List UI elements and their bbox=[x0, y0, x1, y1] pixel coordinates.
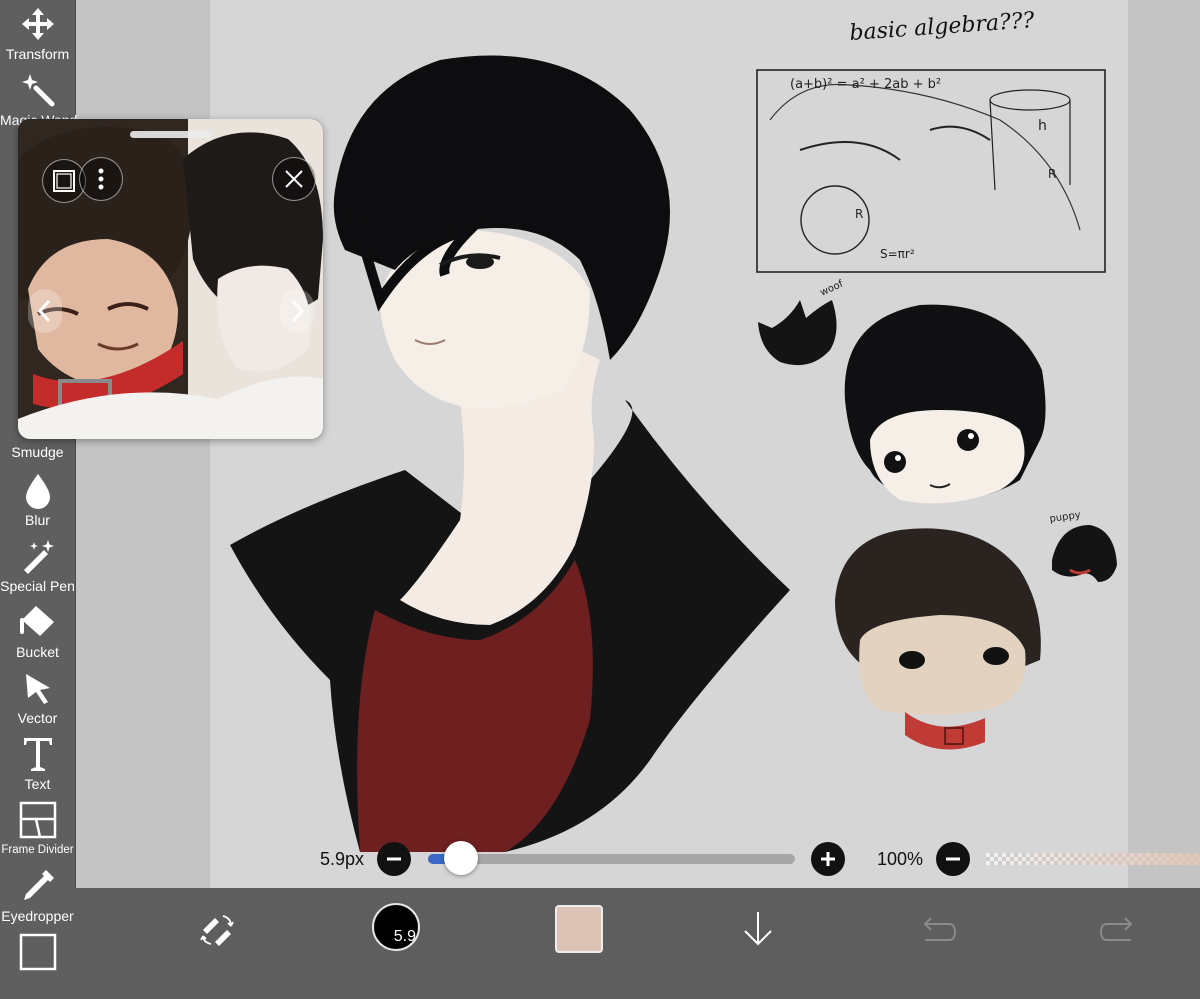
brush-size-slider-thumb[interactable] bbox=[444, 841, 479, 875]
tool-smudge-label: Smudge bbox=[11, 444, 64, 460]
vector-icon bbox=[25, 674, 50, 704]
sketch-note: basic algebra??? bbox=[849, 8, 1036, 46]
chevron-right-icon bbox=[291, 299, 305, 323]
blur-icon bbox=[25, 474, 50, 509]
tool-transform-label: Transform bbox=[5, 46, 70, 62]
tool-bucket-label: Bucket bbox=[16, 644, 59, 660]
puppy-label: puppy bbox=[1049, 510, 1082, 525]
cat-label: woof bbox=[819, 278, 846, 298]
redo-icon[interactable] bbox=[1097, 910, 1139, 952]
tool-transform[interactable]: Transform bbox=[0, 0, 75, 66]
opacity-decrease-button[interactable] bbox=[936, 842, 970, 876]
tool-text-label: Text bbox=[24, 776, 51, 792]
tool-eyedropper[interactable]: Eyedropper bbox=[0, 862, 75, 928]
brush-preview-size: 5.9 bbox=[393, 928, 416, 945]
tool-eyedropper-label: Eyedropper bbox=[1, 908, 74, 924]
reference-close-button[interactable] bbox=[272, 157, 316, 201]
tool-frame-divider-label: Frame Divider bbox=[1, 844, 74, 856]
chibi-head-two bbox=[835, 528, 1041, 750]
tool-canvas[interactable] bbox=[0, 928, 75, 994]
brush-eraser-toggle-icon[interactable] bbox=[195, 908, 239, 952]
tool-special-pen-label: Special Pen bbox=[0, 578, 75, 594]
color-swatch-button[interactable] bbox=[555, 905, 603, 953]
special-pen-icon bbox=[23, 540, 54, 574]
close-icon bbox=[285, 170, 303, 188]
bucket-icon bbox=[19, 606, 54, 636]
reference-window-drag-handle[interactable] bbox=[130, 131, 212, 138]
eyedropper-icon bbox=[23, 870, 54, 900]
brush-size-decrease-button[interactable] bbox=[377, 842, 411, 876]
tool-blur-label: Blur bbox=[25, 512, 50, 528]
minus-icon bbox=[946, 857, 960, 861]
tool-smudge[interactable]: Smudge bbox=[0, 440, 75, 466]
tool-vector-label: Vector bbox=[17, 710, 58, 726]
tool-special-pen[interactable]: Special Pen bbox=[0, 532, 75, 598]
transform-icon bbox=[21, 8, 54, 40]
magic-wand-icon bbox=[21, 74, 54, 107]
sketch-label-r: R bbox=[1048, 167, 1056, 181]
reference-menu-button[interactable] bbox=[79, 157, 123, 201]
text-icon bbox=[23, 738, 52, 771]
more-vertical-icon bbox=[98, 168, 104, 190]
chibi-head-one bbox=[844, 304, 1046, 504]
puppy-doodle: puppy bbox=[1049, 510, 1117, 582]
sketch-formula-2: S=πr² bbox=[880, 247, 915, 261]
sketch-label-h: h bbox=[1038, 118, 1047, 134]
plus-icon bbox=[821, 852, 835, 866]
sketch-panel: (a+b)² = a² + 2ab + b² S=πr² h R R bbox=[756, 69, 1106, 273]
chevron-left-icon bbox=[37, 299, 51, 323]
tool-frame-divider[interactable]: Frame Divider bbox=[0, 796, 75, 862]
brush-size-label: 5.9px bbox=[320, 849, 365, 869]
tool-bucket[interactable]: Bucket bbox=[0, 598, 75, 664]
brush-preview-button[interactable]: 5.9 bbox=[372, 903, 420, 951]
minus-icon bbox=[387, 857, 401, 861]
tool-vector[interactable]: Vector bbox=[0, 664, 75, 730]
reference-next-button[interactable] bbox=[280, 289, 314, 333]
reference-image-window[interactable] bbox=[18, 119, 323, 439]
brush-size-slider[interactable] bbox=[428, 841, 795, 875]
brush-size-increase-button[interactable] bbox=[811, 842, 845, 876]
opacity-label: 100% bbox=[877, 849, 924, 869]
opacity-slider[interactable] bbox=[986, 853, 1200, 865]
opacity-slider-gradient bbox=[986, 853, 1200, 865]
black-cat-doodle: woof bbox=[758, 278, 846, 366]
tool-text[interactable]: Text bbox=[0, 730, 75, 796]
sketch-label-r-small: R bbox=[855, 207, 863, 221]
arrow-down-icon[interactable] bbox=[737, 908, 779, 950]
undo-icon[interactable] bbox=[917, 910, 959, 952]
bottom-action-bar: 5.9 bbox=[75, 888, 1200, 999]
frame-divider-icon bbox=[19, 801, 56, 839]
canvas-icon bbox=[19, 933, 56, 971]
tool-blur[interactable]: Blur bbox=[0, 466, 75, 532]
reference-previous-button[interactable] bbox=[28, 289, 62, 333]
sketch-formula-1: (a+b)² = a² + 2ab + b² bbox=[790, 77, 941, 92]
